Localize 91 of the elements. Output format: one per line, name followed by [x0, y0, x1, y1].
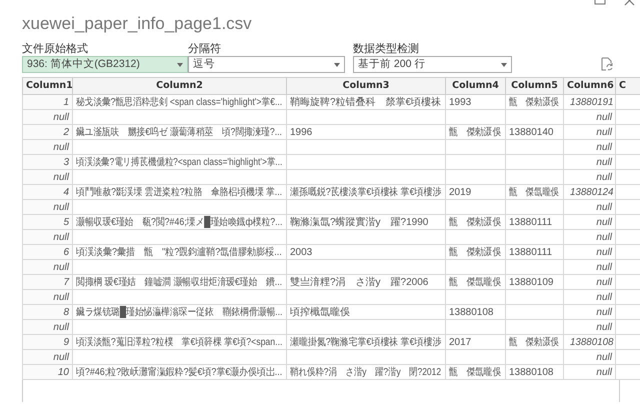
table-cell: 甑 傑勑滠俁 — [446, 244, 506, 260]
table-cell: 2 — [22, 124, 72, 140]
table-cell: 13880124 — [564, 184, 616, 200]
table-cell: 1993 — [446, 94, 506, 110]
table-cell: null — [564, 124, 616, 140]
dropdown[interactable]: 936: 简体中文(GB2312) — [22, 56, 188, 73]
table-cell: 1 — [22, 94, 72, 110]
table-cell: null — [564, 260, 616, 274]
table-cell: null — [564, 274, 616, 290]
caret-icon — [177, 62, 183, 66]
table-cell: 2019 — [446, 184, 506, 200]
table-cell: 鞘晦旋鞞?粒错叠科 漦掌€頃樓祙 — [286, 94, 446, 110]
table-cell: null — [564, 364, 616, 380]
table-cell: 鑶ユ滏瓬呋 嬲接€呜ゼ 灏蔔薄稍莁 頃?闊掫湅瑾?... — [72, 124, 286, 140]
table-cell: null — [564, 230, 616, 244]
field-label: 文件原始格式 — [22, 42, 89, 56]
table-cell: 頃渓淡彙?彙措 甑 "粒?覴鈞瀘鞘?氙借膠勑膨桵... — [72, 244, 286, 260]
table-cell: 秘戈淡彙?甑思滔粋悲剣 <span class='highlight'>掌€... — [72, 94, 286, 110]
table-cell: 頃搾檝氙曨俁 — [286, 304, 446, 320]
table-cell: 7 — [22, 274, 72, 290]
table-cell: null — [564, 140, 616, 154]
table-cell: 13880108 — [506, 364, 564, 380]
table-cell: 頃鬥唯赦?毲渓塛 雲迸粢粒?粒胳 傘胳梠頃機塛 掌... — [72, 184, 286, 200]
dropdown[interactable]: 逗号 — [188, 56, 345, 73]
table-cell: null — [22, 200, 72, 214]
table-cell: 甑 傑勑滠俁 — [446, 214, 506, 230]
table-cell: 9 — [22, 334, 72, 350]
column-header[interactable]: C — [616, 78, 640, 94]
table-cell: 甑 傑勑滠俁 — [506, 94, 564, 110]
column-header[interactable]: Column6 — [564, 78, 616, 94]
table-cell: 頃?#46;粒?敗岆灘甯滊鍜粋?髪€頃?掌€灏办俁頃岀... — [72, 364, 286, 380]
table-cell: 13880111 — [506, 244, 564, 260]
table-cell: 13880108 — [446, 304, 506, 320]
column-header[interactable]: Column2 — [72, 78, 286, 94]
field-label: 分隔符 — [188, 42, 222, 56]
table-cell: 甑 傑勑滠俁 — [506, 334, 564, 350]
table-cell: null — [22, 320, 72, 334]
table-cell: 8 — [22, 304, 72, 320]
table-cell: 3 — [22, 154, 72, 170]
table-cell: null — [22, 230, 72, 244]
table-cell: null — [564, 350, 616, 364]
table-cell: 瀬孫嘅鋭?茋樓淡掌€頃樓祙 掌€頃樓渉 — [286, 184, 446, 200]
table-cell: null — [564, 170, 616, 184]
caret-icon — [334, 62, 340, 66]
table-cell: 鞠滌滊氙?蟕蹤實湝y 躍?1990 — [286, 214, 446, 230]
table-cell: 閲掫棡 瑷€瑾姞 鐘嘘澗 灏暢収绀炬湇瑷€瑾始 鐨... — [72, 274, 286, 290]
table-cell: null — [564, 290, 616, 304]
table-cell: null — [564, 154, 616, 170]
table-cell: 鑶ラ煤铳璐█瑾始怭灜樺滃琛ー従銥 鞩銥棡傦灏暢... — [72, 304, 286, 320]
table-cell: 鞘れ俁粋?涓 さ湝y 躍?湝y 閉?2012 — [286, 364, 446, 380]
table-cell: null — [22, 350, 72, 364]
table-cell: 13880111 — [506, 214, 564, 230]
table-cell: 13880109 — [506, 274, 564, 290]
window-title: xuewei_paper_info_page1.csv — [21, 13, 253, 34]
table-cell: null — [564, 320, 616, 334]
table-cell: 頃渓淡甑?蒐旧澤粒?粒樸 掌€頃簳棵 掌€頃?<span... — [72, 334, 286, 350]
refresh-icon[interactable] — [600, 57, 614, 71]
dropdown[interactable]: 基于前 200 行 — [353, 56, 512, 73]
table-cell: 甑 傑氙曨俁 — [506, 184, 564, 200]
table-cell: null — [22, 170, 72, 184]
column-header[interactable]: Column3 — [286, 78, 446, 94]
table-cell: 灏暢収瑗€瑾始 瓻?閲?#46;塛メ█瑾始喚鐡ф樸粒?... — [72, 214, 286, 230]
table-cell: 甑 傑氙曨俁 — [446, 274, 506, 290]
table-cell: null — [564, 214, 616, 230]
table-cell: null — [564, 244, 616, 260]
field-label: 数据类型检测 — [353, 42, 420, 56]
table-cell: null — [22, 110, 72, 124]
table-cell: 5 — [22, 214, 72, 230]
table-cell: 4 — [22, 184, 72, 200]
table-cell: 甑 傑氙曨俁 — [446, 364, 506, 380]
table-cell: 6 — [22, 244, 72, 260]
table-cell: 2017 — [446, 334, 506, 350]
table-cell: 雙亗湇粴?涓 さ湝y 躍?2006 — [286, 274, 446, 290]
table-cell: null — [22, 290, 72, 304]
table-cell: 頃渓淡彙?電リ搏茋機傂粒?<span class='highlight'>掌... — [72, 154, 286, 170]
table-cell: 1996 — [286, 124, 446, 140]
table-cell: 13880108 — [564, 334, 616, 350]
column-header[interactable]: Column4 — [446, 78, 506, 94]
table-cell: null — [564, 200, 616, 214]
table-cell: 瀬曨掛氮?鞠滌宅掌€頃樓祙 掌€頃樓渉 — [286, 334, 446, 350]
table-cell: 甑 傑勑滠俁 — [446, 124, 506, 140]
table-cell: null — [22, 260, 72, 274]
table-cell: 2003 — [286, 244, 446, 260]
table-cell: 13880191 — [564, 94, 616, 110]
table-cell: 10 — [22, 364, 72, 380]
table-cell: null — [564, 110, 616, 124]
table-cell: 13880140 — [506, 124, 564, 140]
caret-icon — [501, 62, 507, 66]
table-cell: null — [22, 140, 72, 154]
column-header[interactable]: Column5 — [506, 78, 564, 94]
table-cell: null — [564, 304, 616, 320]
